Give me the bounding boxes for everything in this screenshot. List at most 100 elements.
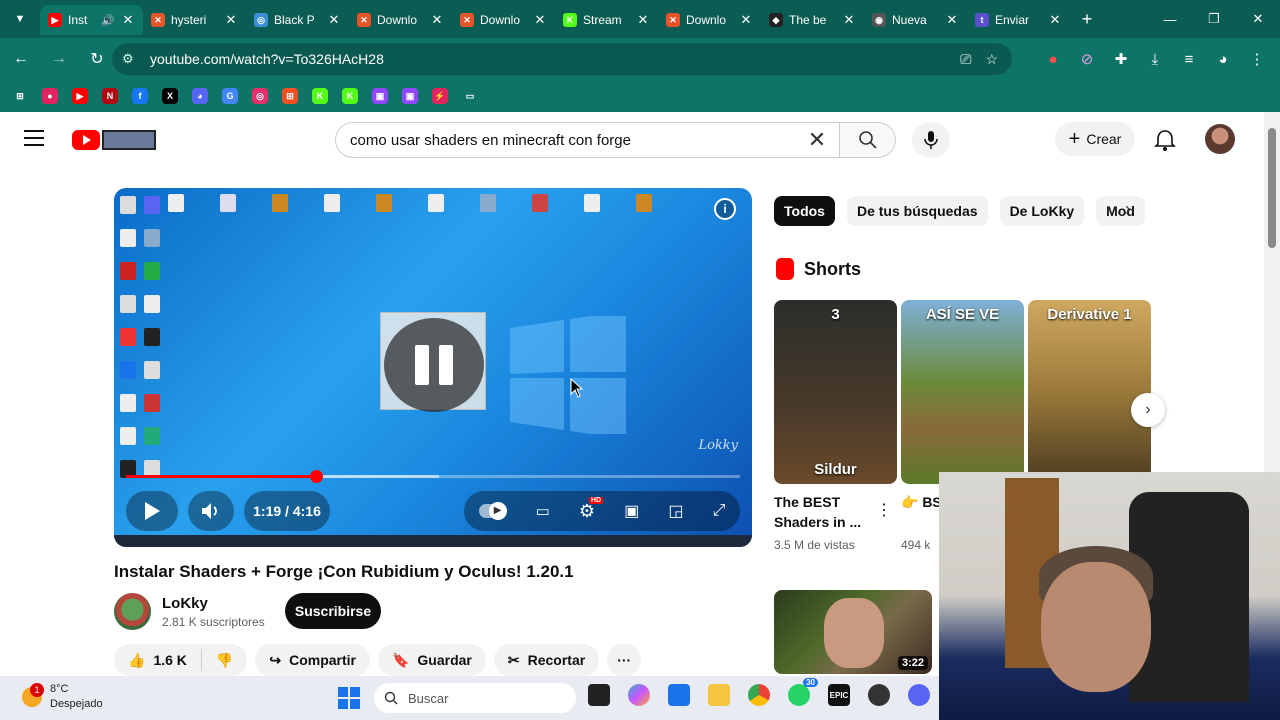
browser-tab[interactable]: ✕ hysteri ✕: [143, 5, 246, 35]
task-view-icon[interactable]: [588, 684, 610, 706]
account-avatar[interactable]: [1205, 124, 1235, 154]
save-button[interactable]: 🔖 Guardar: [377, 644, 486, 676]
subtitles-icon[interactable]: ▭: [536, 502, 550, 520]
autoplay-toggle[interactable]: ▶: [478, 502, 507, 520]
chips-next-arrow-icon[interactable]: ›: [1116, 199, 1140, 223]
extension-block-icon[interactable]: ⊘: [1078, 50, 1096, 68]
bookmark-discord-icon[interactable]: ◕: [192, 88, 208, 104]
bookmark-apps-icon[interactable]: ⊞: [12, 88, 28, 104]
discord-icon[interactable]: [908, 684, 930, 706]
browser-tab[interactable]: ✕ Downlo ✕: [349, 5, 452, 35]
app-icon[interactable]: [868, 684, 890, 706]
bookmark-facebook-icon[interactable]: f: [132, 88, 148, 104]
browser-tab[interactable]: t Enviar ✕: [967, 5, 1070, 35]
extension-red-icon[interactable]: ●: [1044, 51, 1062, 68]
bookmark-translate-icon[interactable]: G: [222, 88, 238, 104]
short-title[interactable]: The BEST Shaders in ...: [774, 492, 874, 532]
tab-close-icon[interactable]: ✕: [224, 12, 238, 28]
browser-tab[interactable]: ▶ Inst 🔊 ✕: [40, 5, 143, 35]
info-icon[interactable]: i: [714, 198, 736, 220]
bookmark-folder-icon[interactable]: ▭: [462, 88, 478, 104]
bookmark-kick-icon[interactable]: K: [312, 88, 328, 104]
install-app-icon[interactable]: ⎚: [960, 51, 971, 68]
tab-close-icon[interactable]: ✕: [842, 12, 856, 28]
bookmark-netflix-icon[interactable]: N: [102, 88, 118, 104]
filter-chip[interactable]: Todos: [774, 196, 835, 226]
omnibox[interactable]: ⚙ youtube.com/watch?v=To326HAcH28 ⎚ ☆: [112, 43, 1012, 75]
filter-chip[interactable]: De tus búsquedas: [846, 196, 988, 226]
tab-close-icon[interactable]: ✕: [430, 12, 444, 28]
bookmark-x-icon[interactable]: X: [162, 88, 178, 104]
tab-search-button[interactable]: ▼: [0, 0, 40, 38]
scrollbar-thumb[interactable]: [1268, 128, 1276, 248]
create-button[interactable]: + Crear: [1055, 122, 1135, 156]
clear-search-icon[interactable]: ✕: [803, 126, 831, 154]
weather-widget[interactable]: 1 8°C Despejado: [22, 682, 103, 712]
media-control-icon[interactable]: ≡: [1180, 51, 1198, 68]
chrome-icon[interactable]: [748, 684, 770, 706]
close-window-button[interactable]: ✕: [1236, 0, 1280, 38]
share-button[interactable]: ↪ Compartir: [255, 644, 370, 676]
scrubber-knob[interactable]: [310, 470, 324, 483]
taskbar-search[interactable]: Buscar: [374, 683, 576, 713]
short-thumbnail[interactable]: ASÍ SE VE: [901, 300, 1024, 484]
reload-button[interactable]: ↻: [80, 42, 114, 76]
dislike-icon[interactable]: 👎: [216, 652, 233, 669]
recommended-video-thumbnail[interactable]: 3:22: [774, 590, 932, 674]
bookmark-microsoft-icon[interactable]: ⊞: [282, 88, 298, 104]
profile-avatar-icon[interactable]: ◕: [1214, 51, 1232, 68]
epic-games-icon[interactable]: EPIC: [828, 684, 850, 706]
browser-menu-icon[interactable]: ⋮: [1248, 50, 1266, 68]
bookmark-twitch2-icon[interactable]: ▣: [402, 88, 418, 104]
volume-button[interactable]: [188, 491, 234, 531]
voice-search-button[interactable]: [912, 122, 950, 158]
bookmark-red-circle-icon[interactable]: ●: [42, 88, 58, 104]
whatsapp-icon[interactable]: 30: [788, 678, 818, 706]
like-dislike-button[interactable]: 👍 1.6 K 👎: [114, 644, 248, 676]
calendar-app-icon[interactable]: [668, 684, 690, 706]
like-icon[interactable]: 👍: [128, 652, 145, 669]
tab-close-icon[interactable]: ✕: [1048, 12, 1062, 28]
browser-tab[interactable]: ◆ The be ✕: [761, 5, 864, 35]
extensions-puzzle-icon[interactable]: ✚: [1112, 50, 1130, 68]
channel-name[interactable]: LoKky: [162, 595, 208, 612]
short-menu-icon[interactable]: ⋮: [876, 500, 892, 520]
youtube-logo-icon[interactable]: [72, 130, 100, 150]
forward-button[interactable]: →: [42, 42, 76, 76]
bookmark-twitch-icon[interactable]: ▣: [372, 88, 388, 104]
copilot-icon[interactable]: [628, 684, 650, 706]
shorts-next-arrow-icon[interactable]: ›: [1131, 393, 1165, 427]
search-button[interactable]: [840, 122, 896, 158]
back-button[interactable]: ←: [4, 42, 38, 76]
channel-avatar[interactable]: [114, 593, 151, 630]
minimize-button[interactable]: —: [1148, 0, 1192, 38]
bookmark-instagram-icon[interactable]: ◎: [252, 88, 268, 104]
short-thumbnail[interactable]: 3 Sildur: [774, 300, 897, 484]
browser-tab[interactable]: ✕ Downlo ✕: [452, 5, 555, 35]
downloads-icon[interactable]: ⤓: [1146, 51, 1164, 68]
tab-close-icon[interactable]: ✕: [121, 12, 135, 28]
tab-close-icon[interactable]: ✕: [327, 12, 341, 28]
browser-tab[interactable]: ✕ Downlo ✕: [658, 5, 761, 35]
more-actions-button[interactable]: ···: [607, 644, 642, 676]
new-tab-button[interactable]: +: [1070, 9, 1104, 30]
notifications-bell-icon[interactable]: [1152, 128, 1178, 152]
windows-start-icon[interactable]: [338, 687, 360, 709]
guide-menu-icon[interactable]: [24, 130, 44, 146]
bookmark-bolt-icon[interactable]: ⚡: [432, 88, 448, 104]
tab-close-icon[interactable]: ✕: [739, 12, 753, 28]
filter-chip[interactable]: De LoKky: [999, 196, 1085, 226]
tab-close-icon[interactable]: ✕: [636, 12, 650, 28]
progress-bar[interactable]: [126, 470, 740, 483]
tab-close-icon[interactable]: ✕: [533, 12, 547, 28]
pause-overlay-icon[interactable]: [384, 318, 484, 412]
settings-gear-icon[interactable]: ⚙ HD: [579, 496, 604, 522]
browser-tab[interactable]: ◉ Nueva ✕: [864, 5, 967, 35]
site-info-icon[interactable]: ⚙: [122, 51, 144, 67]
cast-icon[interactable]: ◲: [668, 501, 683, 521]
bookmark-kick2-icon[interactable]: K: [342, 88, 358, 104]
subscribe-button[interactable]: Suscribirse: [285, 593, 381, 629]
clip-button[interactable]: ✂ Recortar: [493, 644, 600, 676]
miniplayer-icon[interactable]: ▣: [624, 501, 639, 521]
tab-audio-icon[interactable]: 🔊: [101, 14, 115, 27]
